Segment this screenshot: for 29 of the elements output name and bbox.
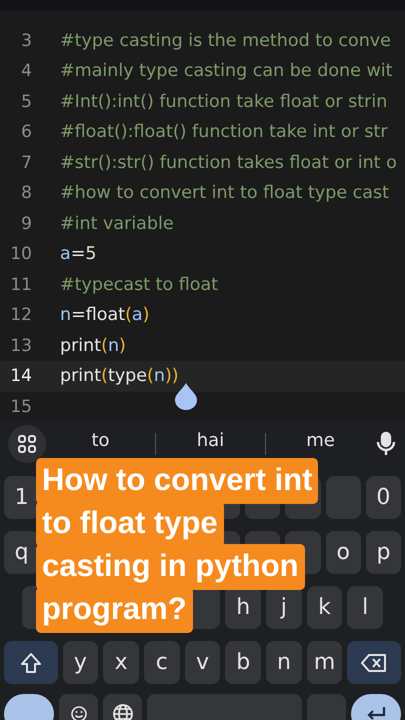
caption-overlay: to float type [36,501,224,547]
line-number: 6 [20,122,32,142]
line-number: 3 [20,30,32,51]
caption-overlay: casting in python [36,544,305,590]
code-line: #typecast to float [60,274,218,295]
line-number: 5 [20,92,32,112]
line-number: 13 [9,336,32,356]
line-number: 15 [9,396,32,417]
line-number: 8 [20,183,32,204]
code-line: a=5 [60,244,97,264]
code-line: print(n) [60,336,126,356]
line-number: 14 [9,366,32,386]
line-number: 12 [9,305,32,326]
code-line: print(type(n)) [60,366,179,386]
code-line: n=float(a) [60,305,150,326]
code-line: #Int():int() function take float or strin [60,92,388,112]
caption-overlay: program? [36,587,193,633]
code-line: #str():str() function takes float or int o [60,152,397,173]
code-line: #int variable [60,214,174,234]
code-line: #mainly type casting can be done wit [60,61,392,82]
line-number: 9 [20,214,32,234]
caption-overlay: How to convert int [36,458,318,504]
line-number: 7 [20,152,32,173]
line-number: 11 [9,274,32,295]
code-line: #float():float() function take int or str [60,122,388,142]
code-line: #type casting is the method to conve [60,30,391,51]
line-number: 4 [20,61,32,82]
line-number: 10 [9,244,32,264]
code-line: #how to convert int to float type cast [60,183,389,204]
